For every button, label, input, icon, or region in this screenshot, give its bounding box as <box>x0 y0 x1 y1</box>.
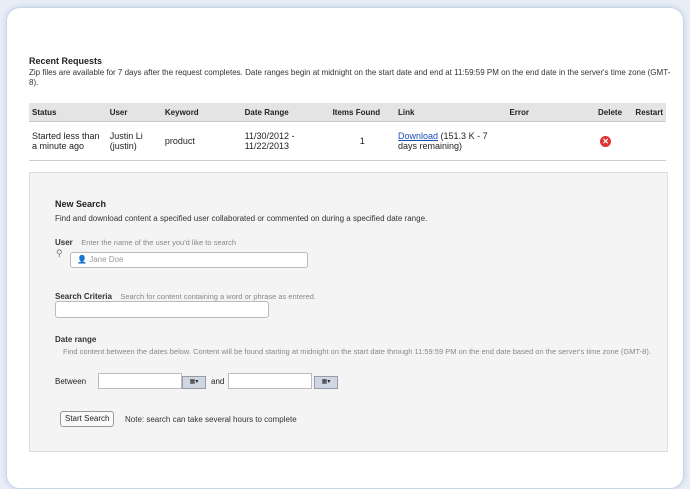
person-icon: 👤 <box>77 255 90 264</box>
start-search-button[interactable]: Start Search <box>60 411 115 427</box>
delete-x-icon[interactable]: ✕ <box>600 135 612 147</box>
col-restart: Restart <box>625 103 666 122</box>
criteria-input[interactable] <box>55 301 269 318</box>
and-label: and <box>211 377 225 386</box>
cell-restart <box>625 121 666 161</box>
calendar-icon[interactable]: ▦▾ <box>314 376 338 389</box>
start-date-input[interactable] <box>98 373 182 389</box>
new-search-title: New Search <box>55 199 107 209</box>
user-label-row: User Enter the name of the user you'd li… <box>55 232 236 250</box>
user-hint: Enter the name of the user you'd like to… <box>81 238 237 247</box>
table-header-row: Status User Keyword Date Range Items Fou… <box>29 103 666 122</box>
new-search-desc: Find and download content a specified us… <box>55 214 428 223</box>
col-user: User <box>106 103 162 122</box>
recent-requests-title: Recent Requests <box>29 56 103 66</box>
col-date-range: Date Range <box>241 103 330 122</box>
search-note: Note: search can take several hours to c… <box>125 415 297 424</box>
cell-delete: ✕ <box>586 121 626 161</box>
col-delete: Delete <box>586 103 626 122</box>
requests-table: Status User Keyword Date Range Items Fou… <box>29 103 666 161</box>
search-icon: ⚲ <box>56 248 63 258</box>
user-search-input[interactable]: 👤 Jane Doe <box>70 252 308 268</box>
download-link[interactable]: Download <box>398 131 438 141</box>
calendar-icon[interactable]: ▦▾ <box>182 376 206 389</box>
cell-user: Justin Li (justin) <box>106 121 162 161</box>
col-link: Link <box>395 103 507 122</box>
cell-keyword: product <box>161 121 242 161</box>
between-label: Between <box>55 377 87 386</box>
recent-requests-desc: Zip files are available for 7 days after… <box>29 68 671 87</box>
col-keyword: Keyword <box>161 103 242 122</box>
col-status: Status <box>29 103 107 122</box>
cell-status: Started less than a minute ago <box>29 121 107 161</box>
date-range-label: Date range <box>55 335 97 344</box>
col-error: Error <box>506 103 587 122</box>
user-label: User <box>55 238 73 247</box>
col-items-found: Items Found <box>329 103 396 122</box>
date-range-desc: Find content between the dates below. Co… <box>63 347 651 356</box>
criteria-hint: Search for content containing a word or … <box>120 292 316 301</box>
new-search-panel: New Search Find and download content a s… <box>29 172 668 452</box>
cell-items-found: 1 <box>329 121 396 161</box>
user-placeholder: Jane Doe <box>89 255 124 264</box>
table-row: Started less than a minute ago Justin Li… <box>29 121 666 161</box>
cell-error <box>506 121 587 161</box>
cell-date-range: 11/30/2012 - 11/22/2013 <box>241 121 330 161</box>
cell-link: Download (151.3 K - 7 days remaining) <box>395 121 507 161</box>
criteria-label: Search Criteria <box>55 292 112 301</box>
end-date-input[interactable] <box>228 373 312 389</box>
